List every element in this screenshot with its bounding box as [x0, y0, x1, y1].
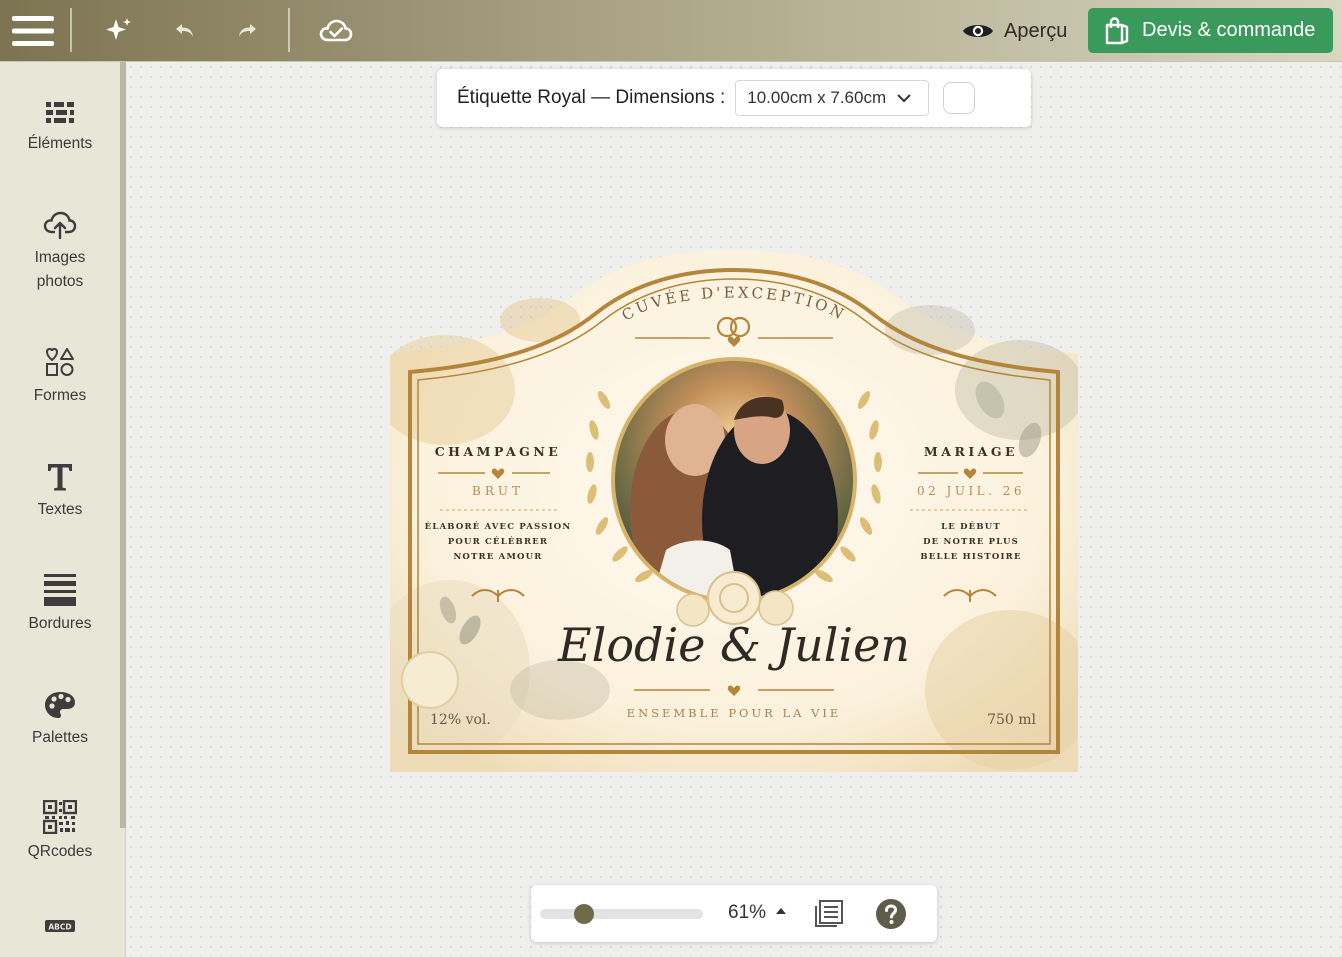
- sidebar-item-images[interactable]: Images photos: [0, 204, 120, 294]
- right-line-3: BELLE HISTOIRE: [920, 552, 1022, 562]
- sparkle-icon: [106, 18, 131, 40]
- right-line-1: LE DÉBUT: [941, 522, 1001, 532]
- sidebar-item-texts[interactable]: Textes: [0, 456, 120, 522]
- font-icon-letters: ABCD: [48, 922, 71, 931]
- redo-icon: [239, 24, 256, 37]
- dimensions-select[interactable]: 10.00cm x 7.60cm: [735, 80, 930, 116]
- tools-sidebar: Éléments Images photos Formes Textes Bor…: [0, 62, 126, 957]
- shopping-bag-icon: [1105, 16, 1129, 44]
- abv-text: 12% vol.: [430, 712, 491, 728]
- help-icon: [876, 899, 906, 929]
- left-line-3: NOTRE AMOUR: [453, 552, 543, 562]
- sidebar-item-label: Éléments: [27, 135, 93, 152]
- qrcode-icon: [43, 800, 77, 834]
- sidebar-item-label: Images photos: [34, 249, 86, 290]
- preview-label: Aperçu: [1004, 19, 1068, 42]
- sidebar-item-label: Formes: [33, 387, 87, 404]
- label-design[interactable]: CUVÉE D'EXCEPTION CHAMPAGNE BRUT ÉLABORÉ…: [390, 250, 1078, 772]
- pages-icon: [815, 900, 843, 927]
- cloud-check-icon: [319, 19, 353, 42]
- left-title: CHAMPAGNE: [434, 444, 562, 459]
- left-subtitle: BRUT: [472, 484, 524, 498]
- zoom-value: 61%: [728, 902, 767, 923]
- left-line-1: ÉLABORÉ AVEC PASSION: [424, 522, 572, 532]
- toolbar-separator: [288, 8, 290, 52]
- redo-button[interactable]: [227, 0, 267, 62]
- right-title: MARIAGE: [923, 444, 1019, 459]
- magic-button[interactable]: [96, 0, 140, 62]
- caret-up-icon: [776, 908, 787, 914]
- couple-names: Elodie & Julien: [558, 618, 910, 672]
- sidebar-item-fonts[interactable]: ABCD: [0, 918, 120, 934]
- quote-order-button[interactable]: Devis & commande: [1088, 8, 1333, 53]
- tagline: ENSEMBLE POUR LA VIE: [626, 706, 842, 720]
- pages-button[interactable]: [813, 898, 845, 933]
- sidebar-item-label: QRcodes: [27, 843, 93, 860]
- hamburger-icon: [12, 16, 54, 46]
- arc-title: CUVÉE D'EXCEPTION: [619, 283, 850, 324]
- sidebar-item-qrcodes[interactable]: QRcodes: [0, 798, 120, 864]
- order-label: Devis & commande: [1142, 19, 1316, 41]
- dimensions-bar: Étiquette Royal — Dimensions : 10.00cm x…: [437, 69, 1031, 127]
- elements-icon: [46, 102, 74, 123]
- left-line-2: POUR CÉLÉBRER: [447, 537, 549, 547]
- zoom-bar: 61%: [531, 885, 937, 942]
- sidebar-item-shapes[interactable]: Formes: [0, 342, 120, 408]
- font-icon: ABCD: [45, 920, 75, 932]
- chevron-down-icon: [897, 94, 911, 103]
- palette-icon: [45, 692, 75, 718]
- top-toolbar: Aperçu Devis & commande: [0, 0, 1342, 62]
- undo-icon: [176, 24, 193, 37]
- toolbar-separator: [70, 8, 72, 52]
- sidebar-item-palettes[interactable]: Palettes: [0, 684, 120, 750]
- help-button[interactable]: [875, 898, 907, 935]
- dimensions-value: 10.00cm x 7.60cm: [747, 88, 887, 107]
- cloud-upload-icon: [43, 211, 77, 240]
- preview-button[interactable]: Aperçu: [962, 14, 1067, 48]
- sidebar-item-label: Palettes: [31, 729, 88, 746]
- zoom-slider-track[interactable]: [540, 909, 703, 919]
- sidebar-item-borders[interactable]: Bordures: [0, 570, 120, 636]
- save-cloud-button[interactable]: [314, 0, 358, 62]
- zoom-slider-thumb[interactable]: [574, 904, 595, 924]
- volume-text: 750 ml: [987, 712, 1036, 728]
- sidebar-item-label: Textes: [37, 501, 83, 518]
- arc-text: CUVÉE D'EXCEPTION: [619, 283, 847, 324]
- dimensions-checkbox[interactable]: [943, 82, 976, 114]
- sidebar-item-elements[interactable]: Éléments: [0, 90, 120, 156]
- eye-icon: [963, 25, 993, 37]
- svg-text:CUVÉE D'EXCEPTION: CUVÉE D'EXCEPTION: [619, 283, 850, 324]
- text-icon: [48, 464, 72, 491]
- borders-icon: [44, 574, 76, 606]
- right-line-2: DE NOTRE PLUS: [923, 537, 1019, 547]
- shapes-icon: [46, 347, 74, 376]
- zoom-dropdown[interactable]: 61%: [728, 902, 787, 924]
- hamburger-menu-button[interactable]: [6, 0, 60, 62]
- right-subtitle: 02 JUIL. 26: [916, 484, 1026, 498]
- sidebar-item-label: Bordures: [28, 615, 92, 632]
- dimensions-title: Étiquette Royal — Dimensions :: [457, 87, 726, 108]
- undo-button[interactable]: [165, 0, 205, 62]
